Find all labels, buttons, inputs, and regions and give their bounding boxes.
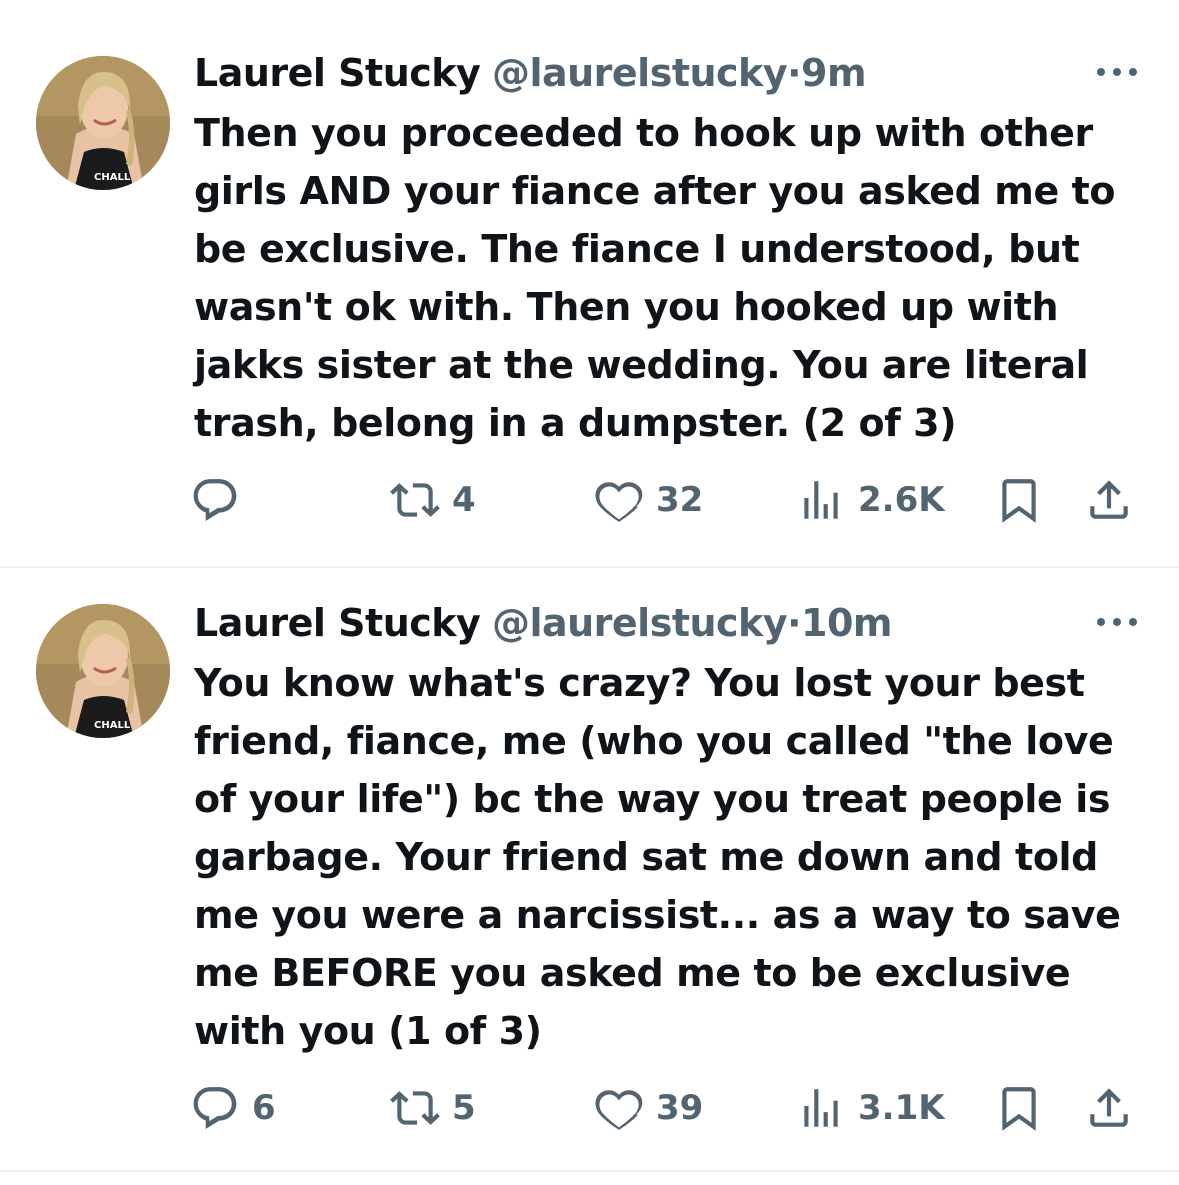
reply-button[interactable]: 6: [190, 1080, 276, 1136]
tweet-text: You know what's crazy? You lost your bes…: [194, 661, 1121, 1053]
like-button[interactable]: 39: [594, 1080, 703, 1136]
like-button[interactable]: 32: [594, 472, 703, 528]
timestamp[interactable]: 10m: [801, 601, 892, 645]
like-icon: [595, 482, 643, 522]
views-button[interactable]: 2.6K: [796, 472, 945, 528]
like-count: 39: [656, 1088, 704, 1128]
share-button[interactable]: [1084, 472, 1134, 528]
author-name[interactable]: Laurel Stucky: [194, 51, 481, 95]
views-icon: [804, 481, 838, 519]
views-count: 2.6K: [858, 480, 945, 520]
bookmark-button[interactable]: [994, 1080, 1044, 1136]
timestamp[interactable]: 9m: [801, 51, 867, 95]
reply-button[interactable]: [190, 472, 252, 528]
more-options-icon[interactable]: [1095, 64, 1139, 80]
like-icon: [595, 1090, 643, 1130]
bookmark-icon: [1002, 1087, 1036, 1131]
svg-text:CHALL: CHALL: [94, 720, 131, 731]
retweet-count: 5: [452, 1088, 476, 1128]
tweet-divider: [0, 566, 1179, 568]
retweet-icon: [390, 483, 440, 517]
avatar[interactable]: CHALL: [36, 56, 170, 190]
bookmark-icon: [1002, 479, 1036, 523]
tweet-header: Laurel Stucky @laurelstucky·9m: [194, 48, 867, 98]
bookmark-button[interactable]: [994, 472, 1044, 528]
tweet-divider: [0, 1170, 1179, 1172]
tweet-header: Laurel Stucky @laurelstucky·10m: [194, 598, 893, 648]
reply-icon: [193, 1087, 237, 1130]
views-count: 3.1K: [858, 1088, 945, 1128]
share-icon: [1090, 1088, 1128, 1127]
tweet-text: Then you proceeded to hook up with other…: [194, 111, 1116, 445]
retweet-button[interactable]: 4: [390, 472, 476, 528]
svg-text:CHALL: CHALL: [94, 172, 131, 183]
separator-dot: ·: [787, 51, 802, 95]
like-count: 32: [656, 480, 704, 520]
reply-icon: [193, 479, 237, 522]
more-options-icon[interactable]: [1095, 614, 1139, 630]
views-button[interactable]: 3.1K: [796, 1080, 945, 1136]
retweet-button[interactable]: 5: [390, 1080, 476, 1136]
retweet-count: 4: [452, 480, 476, 520]
tweet-1[interactable]: CHALL Laurel Stucky @laurelstucky·9m The…: [0, 48, 1179, 548]
tweet-actions: 4 32 2.6K: [190, 472, 1140, 528]
tweet-actions: 6 5 39 3.1K: [190, 1080, 1140, 1136]
author-handle[interactable]: @laurelstucky: [492, 601, 788, 645]
avatar[interactable]: CHALL: [36, 604, 170, 738]
share-button[interactable]: [1084, 1080, 1134, 1136]
retweet-icon: [390, 1091, 440, 1125]
share-icon: [1090, 480, 1128, 519]
tweet-2[interactable]: CHALL Laurel Stucky @laurelstucky·10m Yo…: [0, 598, 1179, 1158]
reply-count: 6: [252, 1088, 276, 1128]
views-icon: [804, 1089, 838, 1127]
author-name[interactable]: Laurel Stucky: [194, 601, 481, 645]
separator-dot: ·: [787, 601, 802, 645]
author-handle[interactable]: @laurelstucky: [492, 51, 788, 95]
